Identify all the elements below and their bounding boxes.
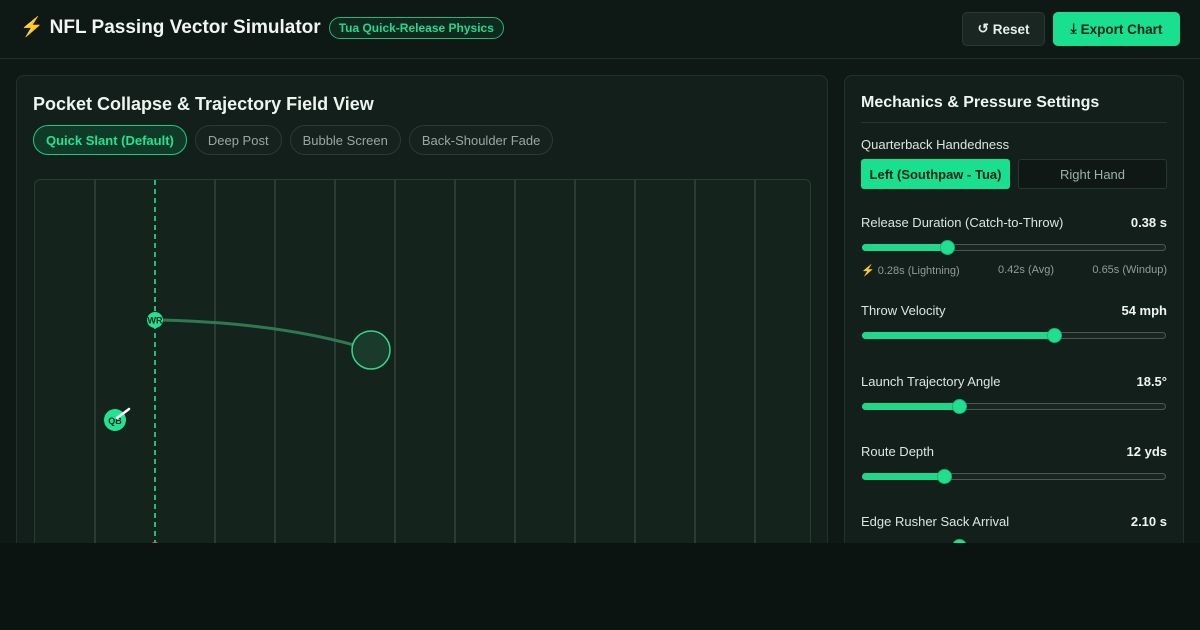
launch-angle-slider[interactable] [861, 399, 1167, 414]
sack-arrival-label: Edge Rusher Sack Arrival [861, 514, 1010, 529]
reset-label: Reset [992, 21, 1030, 37]
handedness-label: Quarterback Handedness [861, 137, 1010, 152]
release-scale: ⚡ 0.28s (Lightning) 0.42s (Avg) 0.65s (W… [861, 264, 1167, 277]
field-svg: WR QB [94, 180, 756, 543]
app-header: ⚡ NFL Passing Vector Simulator Tua Quick… [0, 0, 1200, 59]
release-duration-setting: Release Duration (Catch-to-Throw) 0.38 s… [861, 215, 1167, 277]
release-duration-label: Release Duration (Catch-to-Throw) [861, 215, 1064, 230]
slider-thumb[interactable] [952, 539, 967, 543]
tab-deep-post[interactable]: Deep Post [194, 125, 282, 155]
tab-quick-slant[interactable]: Quick Slant (Default) [33, 125, 187, 155]
handedness-right-option[interactable]: Right Hand [1018, 159, 1167, 189]
play-tabs: Quick Slant (Default) Deep Post Bubble S… [33, 125, 561, 155]
sack-arrival-setting: Edge Rusher Sack Arrival 2.10 s [861, 514, 1167, 543]
throw-velocity-slider[interactable] [861, 328, 1167, 343]
slider-thumb[interactable] [937, 469, 952, 484]
qb-marker[interactable]: QB [104, 407, 131, 431]
throw-velocity-value: 54 mph [1121, 303, 1167, 318]
release-duration-slider[interactable] [861, 240, 1167, 255]
scale-min: ⚡ 0.28s (Lightning) [861, 265, 960, 277]
route-depth-value: 12 yds [1126, 444, 1167, 459]
launch-angle-label: Launch Trajectory Angle [861, 374, 1001, 389]
wr-marker[interactable]: WR [147, 312, 163, 328]
scale-mid: 0.42s (Avg) [998, 264, 1055, 276]
settings-title: Mechanics & Pressure Settings [861, 94, 1100, 111]
slider-thumb[interactable] [1047, 328, 1062, 343]
brand: ⚡ NFL Passing Vector Simulator Tua Quick… [20, 17, 504, 39]
route-depth-slider[interactable] [861, 469, 1167, 484]
export-chart-button[interactable]: ⤓ Export Chart [1053, 12, 1180, 46]
tab-bubble-screen[interactable]: Bubble Screen [289, 125, 401, 155]
qb-label: QB [108, 416, 122, 426]
settings-panel: Mechanics & Pressure Settings Quarterbac… [844, 75, 1184, 543]
app-viewport: ⚡ NFL Passing Vector Simulator Tua Quick… [0, 0, 1200, 543]
launch-angle-setting: Launch Trajectory Angle 18.5° [861, 374, 1167, 414]
sack-arrival-slider[interactable] [861, 539, 1167, 543]
download-icon: ⤓ [1070, 21, 1077, 36]
edge-rusher-marker [151, 542, 159, 543]
field-panel-title: Pocket Collapse & Trajectory Field View [33, 94, 374, 114]
sack-arrival-value: 2.10 s [1130, 514, 1167, 529]
yard-lines [94, 180, 756, 543]
lightning-icon: ⚡ [20, 17, 44, 38]
wr-label: WR [148, 316, 163, 326]
handedness-left-option[interactable]: Left (Southpaw - Tua) [861, 159, 1010, 189]
settings-divider [861, 122, 1167, 123]
launch-angle-value: 18.5° [1136, 374, 1167, 389]
catch-target-zone [351, 330, 391, 370]
scale-max: 0.65s (Windup) [1092, 264, 1167, 276]
field-view-panel: Pocket Collapse & Trajectory Field View … [16, 75, 828, 543]
slider-thumb[interactable] [940, 240, 955, 255]
slider-thumb[interactable] [952, 399, 967, 414]
field-canvas[interactable]: WR QB [34, 179, 811, 543]
throw-velocity-setting: Throw Velocity 54 mph [861, 303, 1167, 343]
route-depth-label: Route Depth [861, 444, 934, 459]
reset-icon: ↺ [977, 21, 989, 36]
route-depth-setting: Route Depth 12 yds [861, 444, 1167, 484]
physics-badge: Tua Quick-Release Physics [328, 17, 504, 39]
release-duration-value: 0.38 s [1130, 215, 1167, 230]
handedness-toggle: Left (Southpaw - Tua) Right Hand [861, 159, 1167, 189]
reset-button[interactable]: ↺ Reset [962, 12, 1045, 46]
tab-back-shoulder-fade[interactable]: Back-Shoulder Fade [408, 125, 554, 155]
throw-velocity-label: Throw Velocity [861, 303, 946, 318]
export-label: Export Chart [1080, 21, 1163, 37]
ball-trajectory [159, 318, 373, 352]
app-title: NFL Passing Vector Simulator [49, 17, 321, 38]
